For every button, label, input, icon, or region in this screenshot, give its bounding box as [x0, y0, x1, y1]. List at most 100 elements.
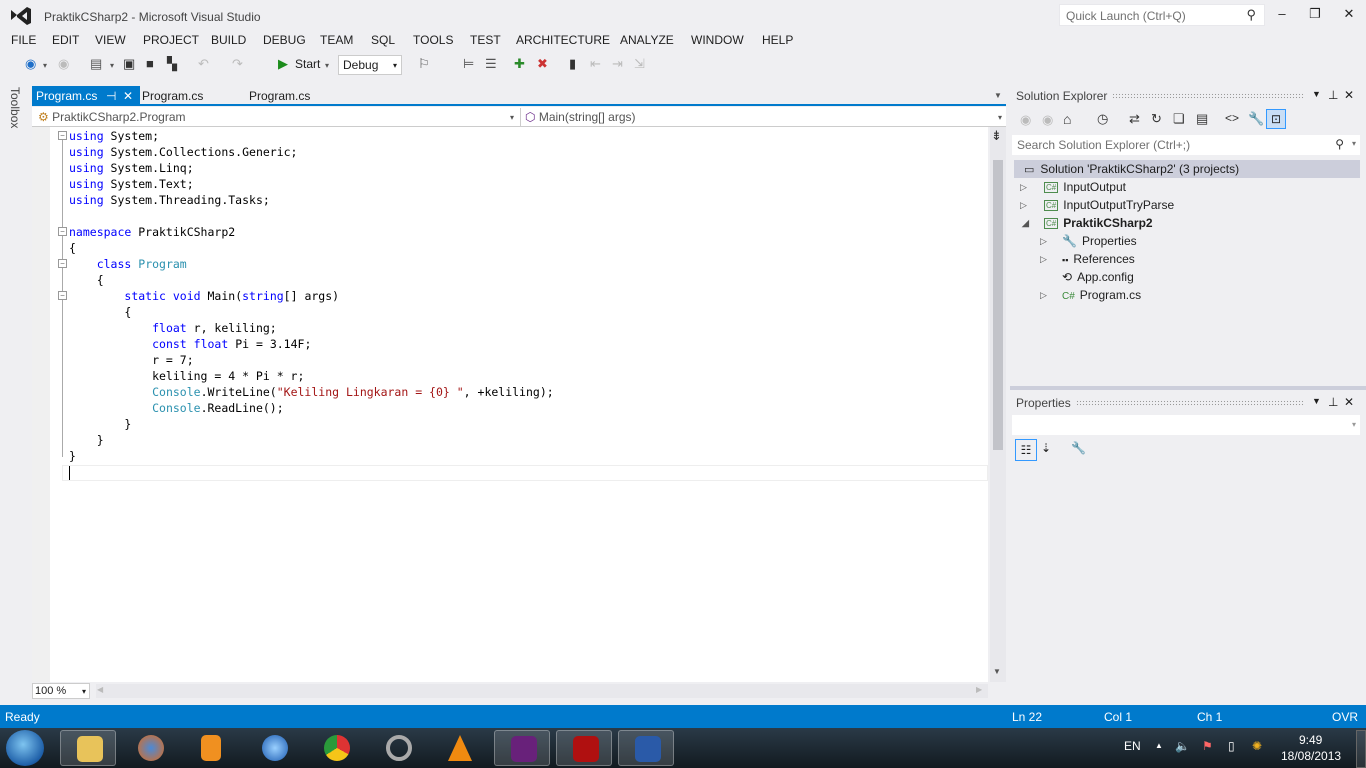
language-indicator[interactable]: EN	[1124, 739, 1141, 753]
close-panel-icon[interactable]: ✕	[1344, 88, 1354, 102]
pin-icon[interactable]: ⊣	[106, 89, 116, 103]
clock-time[interactable]: 9:49	[1299, 733, 1322, 747]
menu-file[interactable]: FILE	[11, 33, 36, 47]
tab-overflow-icon[interactable]: ▼	[994, 91, 1002, 100]
property-pages-icon[interactable]: 🔧	[1071, 441, 1086, 455]
outdent-icon[interactable]: ☰	[485, 56, 497, 72]
menu-tools[interactable]: TOOLS	[413, 33, 453, 47]
close-window-button[interactable]: ✕	[1337, 6, 1361, 24]
taskbar-media-player[interactable]	[182, 730, 238, 766]
menu-architecture[interactable]: ARCHITECTURE	[516, 33, 610, 47]
back-icon[interactable]: ◉	[1020, 112, 1031, 128]
next-bookmark-icon[interactable]: ⇥	[612, 56, 623, 72]
taskbar-acrobat[interactable]	[556, 730, 612, 766]
clear-bookmarks-icon[interactable]: ⇲	[634, 56, 645, 72]
member-dropdown[interactable]: ⬡ Main(string[] args) ▾	[520, 108, 1006, 126]
tab-program-cs-2[interactable]: Program.cs	[138, 86, 207, 106]
taskbar-firefox[interactable]	[122, 730, 178, 766]
find-in-files-icon[interactable]: ⚐	[418, 56, 430, 72]
collapse-icon[interactable]: −	[58, 259, 67, 268]
start-button[interactable]: Start	[295, 57, 320, 71]
menu-window[interactable]: WINDOW	[691, 33, 744, 47]
panel-grip[interactable]	[1076, 400, 1304, 406]
menu-test[interactable]: TEST	[470, 33, 501, 47]
battery-icon[interactable]: ▯	[1228, 739, 1235, 753]
sync-icon[interactable]: ⇄	[1129, 111, 1140, 127]
minimize-button[interactable]: ‒	[1270, 6, 1294, 24]
toolbox-tab[interactable]: Toolbox	[0, 82, 28, 702]
tree-item-properties[interactable]: ▷ 🔧 Properties	[1040, 234, 1137, 248]
tree-item-praktikcsharp2[interactable]: ◢ C# PraktikCSharp2	[1020, 216, 1153, 230]
start-button[interactable]	[6, 730, 44, 766]
solution-configuration-select[interactable]: Debug ▾	[338, 55, 402, 75]
menu-project[interactable]: PROJECT	[143, 33, 199, 47]
home-icon[interactable]: ⌂	[1063, 111, 1071, 127]
menu-view[interactable]: VIEW	[95, 33, 126, 47]
alphabetical-icon[interactable]: ⇣	[1041, 441, 1051, 455]
tree-item-inputoutputtryparse[interactable]: ▷ C# InputOutputTryParse	[1020, 198, 1174, 212]
collapse-icon[interactable]: −	[58, 131, 67, 140]
horizontal-scrollbar[interactable]	[96, 684, 988, 698]
forward-icon[interactable]: ◉	[1042, 112, 1053, 128]
properties-object-select[interactable]: ▾	[1012, 415, 1360, 435]
menu-help[interactable]: HELP	[762, 33, 793, 47]
save-all-icon[interactable]: ▚	[167, 56, 177, 72]
menu-sql[interactable]: SQL	[371, 33, 395, 47]
forward-icon[interactable]: ◉	[58, 56, 69, 72]
taskbar-itunes[interactable]	[246, 730, 302, 766]
menu-team[interactable]: TEAM	[320, 33, 353, 47]
taskbar-explorer[interactable]	[60, 730, 116, 766]
menu-debug[interactable]: DEBUG	[263, 33, 306, 47]
undo-icon[interactable]: ↶	[198, 56, 209, 72]
tab-program-cs-3[interactable]: Program.cs	[245, 86, 314, 106]
scroll-left-icon[interactable]: ◀	[97, 685, 103, 694]
categorized-icon[interactable]: ☷	[1015, 439, 1037, 461]
new-dropdown-icon[interactable]: ▾	[110, 61, 114, 70]
expand-icon[interactable]: ▷	[1020, 200, 1027, 211]
tree-item-references[interactable]: ▷ ▪▪ References	[1040, 252, 1135, 266]
open-file-icon[interactable]: ▣	[123, 56, 135, 72]
show-hidden-icons[interactable]: ▲	[1155, 741, 1163, 750]
collapse-icon[interactable]: −	[58, 227, 67, 236]
type-dropdown[interactable]: ⚙ PraktikCSharp2.Program ▾	[34, 108, 518, 126]
show-desktop-button[interactable]	[1356, 730, 1366, 768]
panel-grip[interactable]	[1112, 93, 1304, 99]
redo-icon[interactable]: ↷	[232, 56, 243, 72]
save-icon[interactable]: ■	[146, 56, 154, 71]
expand-icon[interactable]: ▷	[1040, 254, 1047, 265]
preview-selected-icon[interactable]: ⊡	[1266, 109, 1286, 129]
tree-item-program-cs[interactable]: ▷ C# Program.cs	[1040, 288, 1141, 302]
uncomment-icon[interactable]: ✖	[537, 56, 548, 72]
back-dropdown-icon[interactable]: ▾	[43, 61, 47, 70]
taskbar-picasa[interactable]	[370, 730, 426, 766]
panel-menu-icon[interactable]: ▼	[1312, 396, 1321, 406]
panel-menu-icon[interactable]: ▼	[1312, 89, 1321, 99]
refresh-icon[interactable]: ↻	[1151, 111, 1162, 127]
expand-icon[interactable]: ▷	[1040, 290, 1047, 301]
collapse-all-icon[interactable]: ❏	[1173, 111, 1185, 127]
panel-splitter[interactable]	[1010, 386, 1366, 390]
show-all-files-icon[interactable]: ▤	[1196, 111, 1208, 127]
split-editor-icon[interactable]: ⇟	[991, 128, 1002, 144]
pending-changes-icon[interactable]: ◷	[1097, 111, 1108, 127]
collapse-icon[interactable]: −	[58, 291, 67, 300]
zoom-level-select[interactable]: 100 % ▾	[32, 683, 90, 699]
network-icon[interactable]: ✺	[1252, 739, 1262, 753]
action-center-icon[interactable]: ⚑	[1202, 739, 1213, 753]
bookmark-icon[interactable]: ▮	[569, 56, 576, 72]
tree-item-app-config[interactable]: ⟲ App.config	[1040, 270, 1134, 284]
quick-launch-input[interactable]: Quick Launch (Ctrl+Q) ⚲	[1059, 4, 1265, 26]
taskbar-chrome[interactable]	[308, 730, 364, 766]
expand-icon[interactable]: ▷	[1040, 236, 1047, 247]
new-project-icon[interactable]: ▤	[90, 56, 102, 72]
start-icon[interactable]: ▶	[278, 56, 288, 72]
close-tab-icon[interactable]: ✕	[123, 89, 133, 103]
indent-icon[interactable]: ⊨	[463, 56, 474, 72]
taskbar-vlc[interactable]	[432, 730, 488, 766]
solution-explorer-search[interactable]: Search Solution Explorer (Ctrl+;) ⚲ ▾	[1012, 135, 1360, 155]
clock-date[interactable]: 18/08/2013	[1281, 749, 1341, 763]
pin-icon[interactable]: ⊥	[1328, 395, 1338, 409]
start-dropdown-icon[interactable]: ▾	[325, 61, 329, 70]
tree-item-inputoutput[interactable]: ▷ C# InputOutput	[1020, 180, 1126, 194]
tab-program-cs-active[interactable]: Program.cs ⊣ ✕	[32, 86, 140, 106]
